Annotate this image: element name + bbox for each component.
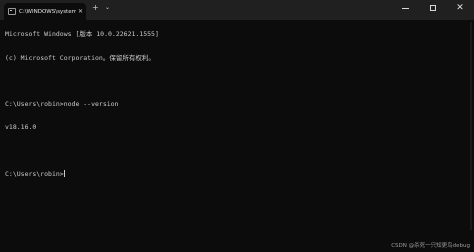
maximize-button[interactable] <box>419 0 447 16</box>
tab-title: C:\WINDOWS\system32\cmd. <box>19 8 76 15</box>
minimize-button[interactable] <box>391 0 419 16</box>
console-line: Microsoft Windows [版本 10.0.22621.1555] <box>5 30 159 39</box>
new-tab-button[interactable]: + <box>92 4 99 12</box>
console-output[interactable]: Microsoft Windows [版本 10.0.22621.1555] (… <box>5 16 465 193</box>
text-cursor <box>64 169 66 177</box>
minimize-icon <box>401 7 409 9</box>
console-line: v18.16.0 <box>5 122 37 131</box>
close-button[interactable]: ✕ <box>446 0 474 16</box>
terminal-icon <box>8 8 16 15</box>
console-line: C:\Users\robin>node --version <box>5 99 119 108</box>
console-line: (c) Microsoft Corporation。保留所有权利。 <box>5 53 155 62</box>
scrollbar[interactable] <box>470 22 472 230</box>
terminal-window: C:\WINDOWS\system32\cmd. ✕ + ⌄ ✕ Microso… <box>0 0 474 252</box>
prompt-text: C:\Users\robin> <box>5 169 64 178</box>
maximize-icon <box>430 5 436 11</box>
watermark-text: CSDN @杀死一只知更鸟debug <box>391 243 470 249</box>
tab-close-icon[interactable]: ✕ <box>78 8 83 15</box>
close-icon: ✕ <box>456 2 464 13</box>
chevron-down-icon[interactable]: ⌄ <box>105 5 110 11</box>
prompt-line[interactable]: C:\Users\robin> <box>5 169 465 178</box>
